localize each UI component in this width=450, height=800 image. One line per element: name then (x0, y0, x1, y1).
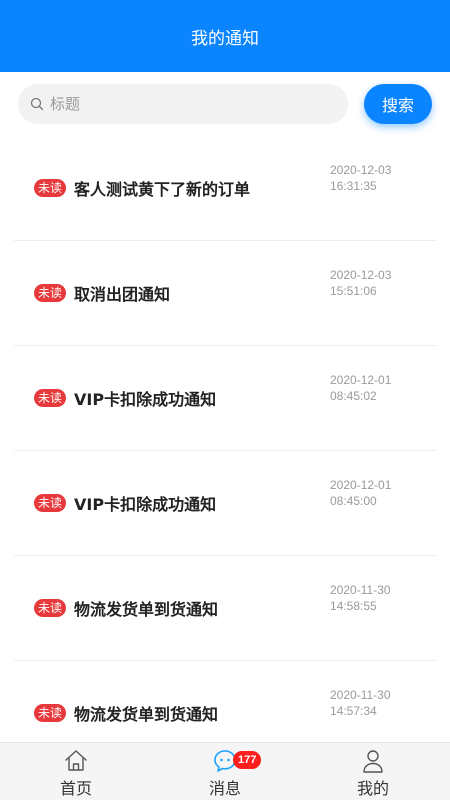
notification-timestamp: 2020-11-30 14:57:34 (330, 687, 400, 719)
notification-time: 14:57:34 (330, 704, 377, 718)
notification-title: 物流发货单到货通知 (74, 600, 219, 619)
user-icon (363, 750, 383, 773)
notification-list: 未读 客人测试黄下了新的订单 2020-12-03 16:31:35 未读 取消… (14, 136, 436, 742)
tab-label: 首页 (59, 779, 92, 798)
tab-profile[interactable]: 我的 (323, 743, 423, 800)
search-button[interactable]: 搜索 (364, 84, 432, 124)
notification-time: 14:58:55 (330, 599, 377, 613)
header-bar: 我的通知 (0, 0, 450, 72)
notification-item[interactable]: 未读 VIP卡扣除成功通知 2020-12-01 08:45:02 (14, 346, 436, 451)
unread-badge: 未读 (34, 179, 67, 197)
tab-messages[interactable]: 消息 177 (175, 743, 275, 800)
notification-timestamp: 2020-12-01 08:45:02 (330, 372, 400, 404)
notification-title: VIP卡扣除成功通知 (74, 390, 217, 409)
search-icon (30, 97, 44, 111)
notification-time: 15:51:06 (330, 284, 377, 298)
notifications-page: 我的通知 搜索 未读 客人测试黄下了新的订单 2020-12-03 16:31:… (0, 0, 450, 800)
unread-count-badge: 177 (233, 751, 262, 769)
tab-label: 消息 (208, 779, 241, 798)
notification-title: 物流发货单到货通知 (74, 705, 219, 724)
unread-badge: 未读 (34, 389, 67, 407)
notification-timestamp: 2020-11-30 14:58:55 (330, 582, 400, 614)
search-input[interactable] (50, 95, 320, 113)
notification-date: 2020-12-01 (330, 478, 392, 492)
notification-time: 16:31:35 (330, 179, 377, 193)
page-title: 我的通知 (191, 28, 259, 49)
notification-item[interactable]: 未读 取消出团通知 2020-12-03 15:51:06 (14, 241, 436, 346)
notification-item[interactable]: 未读 物流发货单到货通知 2020-11-30 14:57:34 (14, 661, 436, 742)
notification-time: 08:45:00 (330, 494, 377, 508)
home-icon (65, 750, 87, 771)
notification-date: 2020-11-30 (330, 583, 391, 597)
search-box[interactable] (18, 84, 348, 124)
notification-timestamp: 2020-12-03 16:31:35 (330, 162, 400, 194)
notification-title: 取消出团通知 (74, 285, 171, 304)
notification-timestamp: 2020-12-03 15:51:06 (330, 267, 400, 299)
bottom-tab-bar: 首页 消息 177 我的 (0, 742, 450, 800)
notification-item[interactable]: 未读 物流发货单到货通知 2020-11-30 14:58:55 (14, 556, 436, 661)
notification-title: 客人测试黄下了新的订单 (74, 180, 251, 199)
notification-item[interactable]: 未读 客人测试黄下了新的订单 2020-12-03 16:31:35 (14, 136, 436, 241)
unread-badge: 未读 (34, 284, 67, 302)
tab-home[interactable]: 首页 (26, 743, 126, 800)
unread-badge: 未读 (34, 599, 67, 617)
tab-label: 我的 (356, 779, 389, 798)
notification-date: 2020-12-03 (330, 163, 392, 177)
notification-title: VIP卡扣除成功通知 (74, 495, 217, 514)
notification-timestamp: 2020-12-01 08:45:00 (330, 477, 400, 509)
notification-item[interactable]: 未读 VIP卡扣除成功通知 2020-12-01 08:45:00 (14, 451, 436, 556)
unread-badge: 未读 (34, 704, 67, 722)
notification-date: 2020-11-30 (330, 688, 391, 702)
notification-date: 2020-12-03 (330, 268, 392, 282)
notification-time: 08:45:02 (330, 389, 377, 403)
notification-date: 2020-12-01 (330, 373, 392, 387)
unread-badge: 未读 (34, 494, 67, 512)
search-row: 搜索 (0, 72, 450, 136)
